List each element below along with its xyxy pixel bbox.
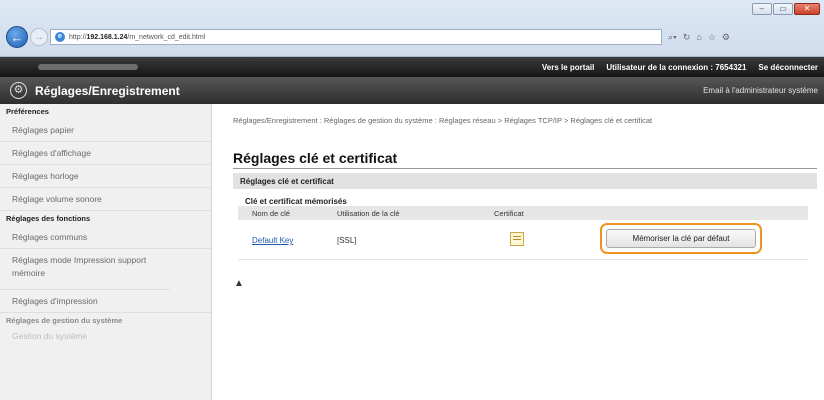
sidebar-item-common[interactable]: Réglages communs bbox=[0, 226, 211, 249]
user-id: 7654321 bbox=[715, 62, 747, 72]
key-usage: [SSL] bbox=[337, 236, 357, 245]
device-name-redacted bbox=[38, 64, 138, 70]
gear-icon[interactable]: ⚙ bbox=[722, 32, 730, 43]
app-title-bar: ⚙ Réglages/Enregistrement Email à l'admi… bbox=[0, 77, 824, 104]
main-content: Réglages/Enregistrement : Réglages de ge… bbox=[212, 104, 824, 400]
certificate-icon[interactable] bbox=[510, 232, 524, 246]
forward-arrow-icon: → bbox=[34, 31, 44, 43]
browser-chrome: – ▭ ✕ ← → e http:// 192.168.1.24 /m_netw… bbox=[0, 0, 824, 57]
window-controls: – ▭ ✕ bbox=[752, 3, 820, 15]
sidebar-item-display[interactable]: Réglages d'affichage bbox=[0, 142, 211, 165]
portal-link[interactable]: Vers le portail bbox=[542, 63, 594, 72]
sidebar-item-memory-print[interactable]: Réglages mode Impression support mémoire bbox=[0, 249, 170, 290]
url-path: /m_network_cd_edit.html bbox=[127, 33, 206, 41]
url-prefix: http:// bbox=[69, 33, 87, 41]
logout-link[interactable]: Se déconnecter bbox=[758, 63, 818, 72]
highlight-outline: Mémoriser la clé par défaut bbox=[600, 223, 762, 254]
user-label: Utilisateur de la connexion : bbox=[606, 62, 714, 72]
scroll-to-top-icon[interactable]: ▲ bbox=[234, 278, 244, 289]
back-button[interactable]: ← bbox=[6, 26, 28, 48]
maximize-button[interactable]: ▭ bbox=[773, 3, 793, 15]
close-button[interactable]: ✕ bbox=[794, 3, 820, 15]
home-icon[interactable]: ⌂ bbox=[696, 32, 701, 42]
sidebar: Préférences Réglages papier Réglages d'a… bbox=[0, 104, 212, 400]
sidebar-item-system-mgmt[interactable]: Gestion du système bbox=[0, 328, 211, 344]
mail-admin-link[interactable]: Email à l'administrateur système bbox=[703, 86, 818, 95]
star-icon[interactable]: ☆ bbox=[708, 32, 716, 43]
column-key-name: Nom de clé bbox=[252, 209, 290, 218]
forward-button[interactable]: → bbox=[30, 28, 48, 46]
url-host: 192.168.1.24 bbox=[86, 33, 128, 41]
section-header: Réglages clé et certificat bbox=[233, 173, 817, 189]
settings-logo-icon: ⚙ bbox=[10, 82, 27, 99]
search-icon[interactable]: ⌕▾ bbox=[668, 32, 677, 43]
minimize-button[interactable]: – bbox=[752, 3, 772, 15]
set-default-key-button[interactable]: Mémoriser la clé par défaut bbox=[606, 229, 756, 248]
back-arrow-icon: ← bbox=[10, 29, 24, 45]
table-header: Nom de clé Utilisation de la clé Certifi… bbox=[238, 206, 808, 220]
key-name-link[interactable]: Default Key bbox=[252, 236, 293, 245]
browser-toolbar: ⌕▾ ↻ ⌂ ☆ ⚙ bbox=[668, 29, 820, 45]
refresh-icon[interactable]: ↻ bbox=[683, 32, 691, 43]
sidebar-heading-preferences: Préférences bbox=[6, 107, 49, 116]
app-top-bar: Vers le portail Utilisateur de la connex… bbox=[0, 57, 824, 77]
table-row: Default Key [SSL] Mémoriser la clé par d… bbox=[238, 220, 808, 260]
browser-page-icon: e bbox=[55, 32, 65, 42]
sidebar-item-volume[interactable]: Réglage volume sonore bbox=[0, 188, 211, 211]
sidebar-heading-system[interactable]: Réglages de gestion du système bbox=[0, 313, 211, 328]
table-title: Clé et certificat mémorisés bbox=[245, 197, 347, 206]
title-divider bbox=[233, 168, 817, 169]
page-title: Réglages clé et certificat bbox=[233, 150, 398, 166]
breadcrumb: Réglages/Enregistrement : Réglages de ge… bbox=[233, 116, 653, 125]
column-certificate: Certificat bbox=[494, 209, 524, 218]
app-title: Réglages/Enregistrement bbox=[35, 83, 180, 98]
sidebar-item-paper[interactable]: Réglages papier bbox=[0, 119, 211, 142]
column-key-usage: Utilisation de la clé bbox=[337, 209, 400, 218]
address-bar[interactable]: e http:// 192.168.1.24 /m_network_cd_edi… bbox=[50, 29, 662, 45]
sidebar-heading-functions: Réglages des fonctions bbox=[6, 214, 91, 223]
sidebar-item-print[interactable]: Réglages d'impression bbox=[0, 290, 211, 313]
sidebar-item-clock[interactable]: Réglages horloge bbox=[0, 165, 211, 188]
